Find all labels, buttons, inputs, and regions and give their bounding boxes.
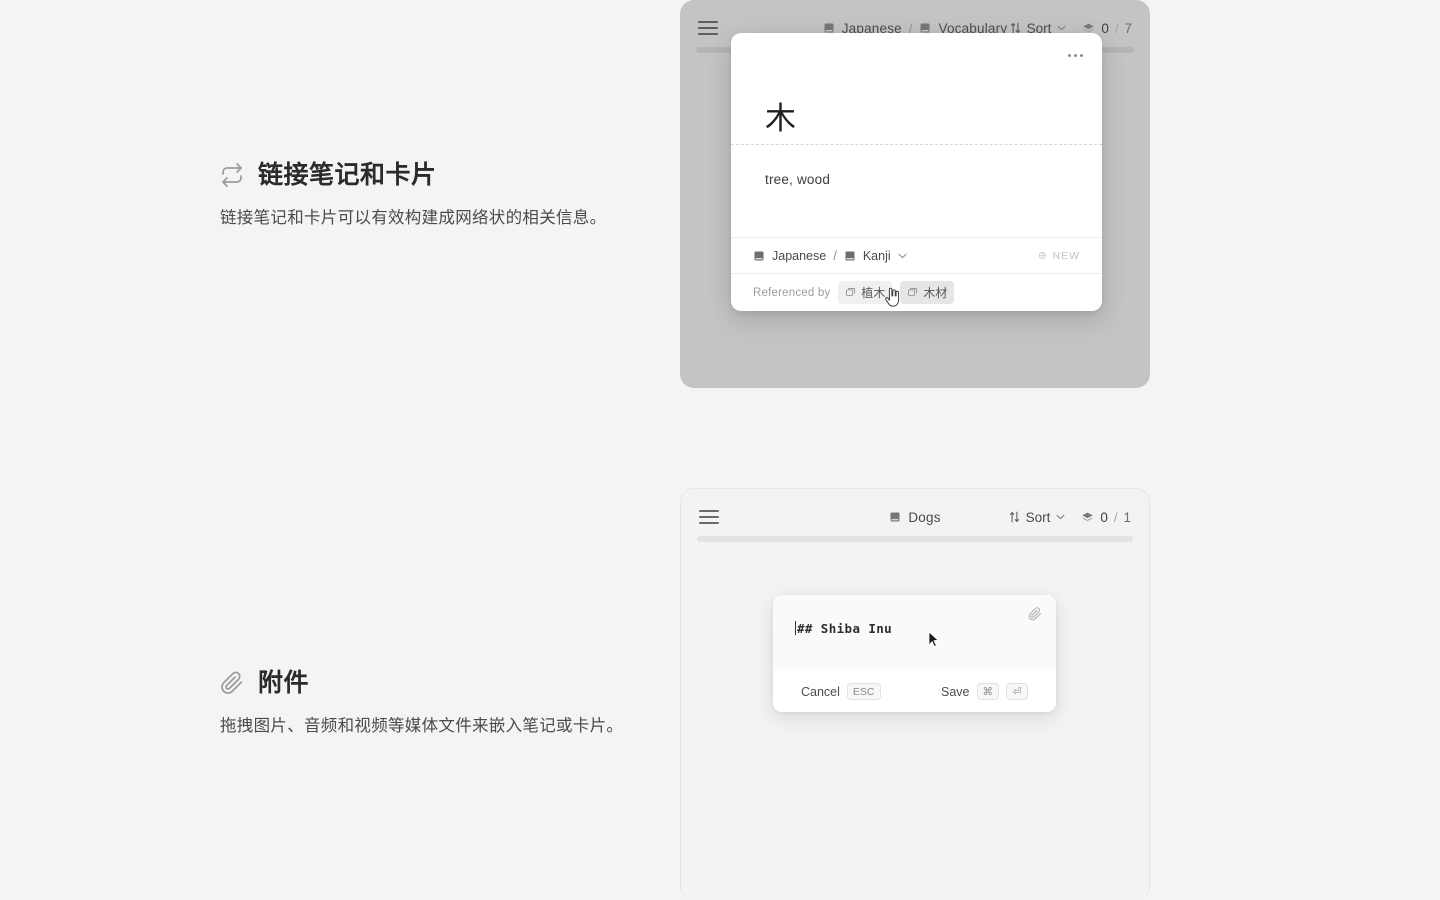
save-shortcut-modifier-key: ⌘ — [977, 683, 1000, 700]
flashcard: 木 tree, wood Japanese / — [731, 33, 1102, 311]
text-caret — [795, 621, 796, 635]
flashcard-breadcrumb-separator: / — [833, 248, 837, 263]
reference-chip[interactable]: 木材 — [900, 281, 954, 304]
card-counter: 0 / 1 — [1081, 510, 1131, 525]
cancel-button[interactable]: Cancel ESC — [801, 683, 881, 700]
sort-label: Sort — [1027, 21, 1052, 36]
reference-chip-label: 木材 — [923, 284, 947, 301]
flashcard-meaning: tree, wood — [765, 172, 830, 187]
feature-title: 附件 — [258, 668, 309, 698]
repeat-icon — [220, 163, 244, 187]
flashcard-front: 木 — [731, 33, 1102, 144]
book-icon — [889, 511, 901, 523]
editor-actions: Cancel ESC Save ⌘ ⏎ — [773, 671, 1056, 712]
book-icon — [753, 250, 765, 262]
cancel-shortcut-key: ESC — [847, 683, 881, 700]
reference-chip[interactable]: 植木 — [838, 281, 892, 304]
sort-button[interactable]: Sort — [1009, 510, 1066, 525]
flashcard-breadcrumb: Japanese / Kanji — [753, 248, 907, 263]
flashcard-back: tree, wood — [731, 145, 1102, 237]
chevron-down-icon — [1056, 514, 1065, 520]
save-button[interactable]: Save ⌘ ⏎ — [941, 683, 1028, 700]
new-icon — [1037, 250, 1048, 261]
feature-description: 链接笔记和卡片可以有效构建成网络状的相关信息。 — [220, 206, 606, 231]
feature-link-notes: 链接笔记和卡片 链接笔记和卡片可以有效构建成网络状的相关信息。 — [220, 160, 606, 231]
breadcrumb-item-dogs[interactable]: Dogs — [889, 510, 940, 525]
more-options-icon[interactable] — [1062, 45, 1088, 65]
breadcrumb-label: Dogs — [908, 510, 940, 525]
references-label: Referenced by — [753, 287, 830, 299]
feature-attachments: 附件 拖拽图片、音频和视频等媒体文件来嵌入笔记或卡片。 — [220, 668, 623, 739]
card-icon — [845, 287, 856, 298]
flashcard-term: 木 — [765, 103, 796, 134]
sort-button[interactable]: Sort — [1010, 21, 1067, 36]
feature-title: 链接笔记和卡片 — [258, 160, 437, 190]
cancel-label: Cancel — [801, 685, 840, 699]
paperclip-icon[interactable] — [1028, 607, 1042, 621]
flashcard-breadcrumb-label: Kanji — [863, 249, 891, 263]
sort-arrows-icon — [1010, 22, 1021, 34]
flashcard-breadcrumb-japanese[interactable]: Japanese — [753, 249, 826, 263]
flashcard-breadcrumb-kanji[interactable]: Kanji — [844, 249, 907, 263]
counter-current: 0 — [1100, 510, 1108, 525]
counter-separator: / — [1115, 21, 1119, 36]
counter-current: 0 — [1101, 21, 1109, 36]
hamburger-icon[interactable] — [698, 21, 718, 35]
counter-total: 1 — [1123, 510, 1131, 525]
save-shortcut-enter-key: ⏎ — [1006, 683, 1028, 700]
flashcard-footer: Japanese / Kanji — [731, 237, 1102, 273]
stack-icon — [1082, 22, 1095, 35]
flashcard-breadcrumb-label: Japanese — [772, 249, 826, 263]
card-icon — [907, 287, 918, 298]
card-counter: 0 / 7 — [1082, 21, 1132, 36]
book-icon — [844, 250, 856, 262]
counter-total: 7 — [1124, 21, 1132, 36]
note-editor-card: ## Shiba Inu Cancel ESC Save ⌘ ⏎ — [773, 595, 1056, 712]
paperclip-icon — [220, 671, 244, 695]
panel-header: Dogs Sort — [681, 489, 1149, 545]
editor-input[interactable]: ## Shiba Inu — [795, 621, 1034, 636]
hamburger-icon[interactable] — [699, 510, 719, 524]
chevron-down-icon — [1057, 25, 1066, 31]
chevron-down-icon[interactable] — [898, 253, 907, 259]
feature-heading: 链接笔记和卡片 — [220, 160, 606, 190]
header-controls: Sort 0 / 7 — [1010, 21, 1132, 36]
sort-label: Sort — [1026, 510, 1051, 525]
progress-bar — [697, 536, 1133, 542]
stack-icon — [1081, 511, 1094, 524]
header-controls: Sort 0 / 1 — [1009, 510, 1131, 525]
status-badge-label: NEW — [1053, 250, 1081, 262]
editor-body[interactable]: ## Shiba Inu — [773, 595, 1056, 671]
sort-arrows-icon — [1009, 511, 1020, 523]
feature-description: 拖拽图片、音频和视频等媒体文件来嵌入笔记或卡片。 — [220, 714, 623, 739]
counter-separator: / — [1114, 510, 1118, 525]
screenshot-root: 链接笔记和卡片 链接笔记和卡片可以有效构建成网络状的相关信息。 附件 拖拽图片、… — [0, 0, 1440, 900]
reference-chip-label: 植木 — [861, 284, 885, 301]
flashcard-references: Referenced by 植木 木材 — [731, 273, 1102, 311]
status-badge: NEW — [1037, 250, 1081, 262]
save-label: Save — [941, 685, 970, 699]
editor-text-value: ## Shiba Inu — [797, 621, 892, 636]
feature-heading: 附件 — [220, 668, 623, 698]
